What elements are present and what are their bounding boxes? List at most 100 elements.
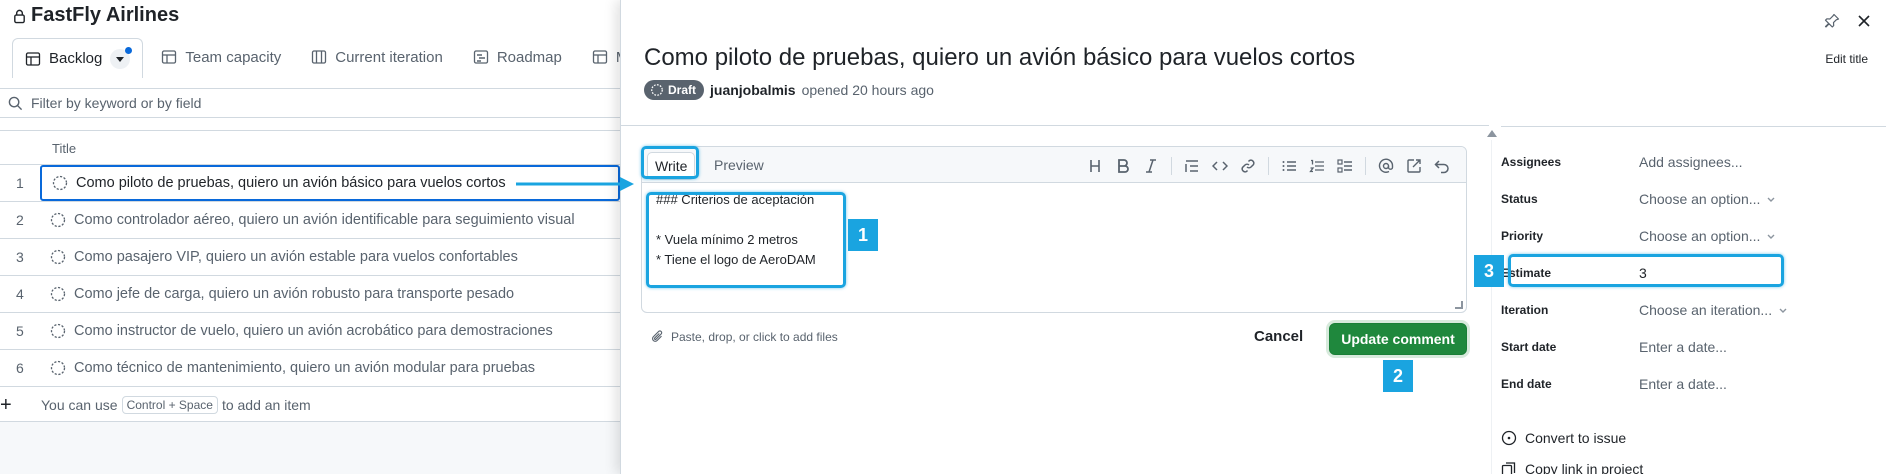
view-options-dropdown[interactable] xyxy=(110,46,133,69)
copy-icon xyxy=(1501,462,1516,474)
link-icon[interactable] xyxy=(1240,158,1256,174)
issue-title: Como piloto de pruebas, quiero un avión … xyxy=(644,44,1356,71)
tab-label: Backlog xyxy=(49,50,103,67)
field-label: Assignees xyxy=(1501,155,1562,169)
cancel-button[interactable]: Cancel xyxy=(1254,328,1303,345)
field-assignees[interactable]: Assignees Add assignees... xyxy=(1501,147,1801,177)
field-iteration[interactable]: Iteration Choose an iteration... xyxy=(1501,295,1801,325)
field-value[interactable]: Enter a date... xyxy=(1639,376,1727,392)
project-panel: FastFly Airlines Backlog Team capacity C… xyxy=(0,0,620,474)
search-icon xyxy=(8,96,23,110)
unordered-list-icon[interactable] xyxy=(1281,158,1297,174)
row-title-cell[interactable]: Como jefe de carga, quiero un avión robu… xyxy=(40,276,620,312)
highlight-comment-text xyxy=(646,192,846,288)
chevron-down-icon xyxy=(1767,197,1775,202)
table-row[interactable]: 5 Como instructor de vuelo, quiero un av… xyxy=(0,313,620,350)
table-row[interactable]: 4 Como jefe de carga, quiero un avión ro… xyxy=(0,276,620,313)
field-value[interactable]: Choose an option... xyxy=(1639,191,1760,207)
code-icon[interactable] xyxy=(1212,158,1228,174)
filter-bar[interactable]: Filter by keyword or by field xyxy=(0,88,620,118)
start-date-input[interactable]: Enter a date... xyxy=(1639,339,1727,355)
field-value[interactable]: Choose an iteration... xyxy=(1639,302,1772,318)
opened-time: opened 20 hours ago xyxy=(801,82,934,98)
scrollbar[interactable] xyxy=(1491,140,1492,474)
bold-icon[interactable] xyxy=(1115,158,1131,174)
status-select[interactable]: Choose an option... xyxy=(1639,191,1776,207)
tab-preview[interactable]: Preview xyxy=(707,152,771,178)
row-title[interactable]: Como técnico de mantenimiento, quiero un… xyxy=(74,360,535,376)
update-comment-button[interactable]: Update comment xyxy=(1329,323,1467,355)
task-list-icon[interactable] xyxy=(1337,158,1353,174)
field-value[interactable]: Choose an option... xyxy=(1639,228,1760,244)
tab-backlog[interactable]: Backlog xyxy=(12,38,144,78)
panel-controls xyxy=(1824,13,1872,29)
cross-reference-icon[interactable] xyxy=(1406,158,1422,174)
quote-icon[interactable] xyxy=(1184,158,1200,174)
tab-roadmap[interactable]: Roadmap xyxy=(461,38,574,76)
view-tabs: Backlog Team capacity Current iteration … xyxy=(12,38,620,78)
copy-link-label: Copy link in project xyxy=(1525,461,1644,474)
table-icon xyxy=(25,51,41,66)
row-title-cell[interactable]: Como instructor de vuelo, quiero un avió… xyxy=(40,313,620,349)
row-number: 6 xyxy=(16,360,24,376)
row-number: 5 xyxy=(16,323,24,339)
convert-to-issue-button[interactable]: Convert to issue xyxy=(1501,430,1626,446)
add-item-row[interactable]: + You can use Control + Space to add an … xyxy=(0,387,620,423)
italic-icon[interactable] xyxy=(1143,158,1159,174)
heading-icon[interactable] xyxy=(1087,158,1103,174)
row-title-cell[interactable]: Como controlador aéreo, quiero un avión … xyxy=(40,202,620,238)
unsaved-dot xyxy=(125,46,133,54)
field-label: Priority xyxy=(1501,229,1544,243)
field-priority[interactable]: Priority Choose an option... xyxy=(1501,221,1801,251)
tab-more[interactable]: M xyxy=(580,38,620,76)
iteration-select[interactable]: Choose an iteration... xyxy=(1639,302,1788,318)
convert-label: Convert to issue xyxy=(1525,430,1627,446)
tab-current-iteration[interactable]: Current iteration xyxy=(299,38,455,76)
draft-issue-icon xyxy=(50,286,66,302)
tab-label: Team capacity xyxy=(185,48,282,66)
author-link[interactable]: juanjobalmis xyxy=(710,82,796,98)
end-date-input[interactable]: Enter a date... xyxy=(1639,376,1727,392)
field-start-date[interactable]: Start date Enter a date... xyxy=(1501,332,1801,362)
row-title[interactable]: Como jefe de carga, quiero un avión robu… xyxy=(74,286,514,302)
resize-handle[interactable] xyxy=(1455,301,1463,309)
assignees-value[interactable]: Add assignees... xyxy=(1639,154,1743,170)
scroll-up-arrow-icon[interactable] xyxy=(1487,130,1497,137)
copy-link-button[interactable]: Copy link in project xyxy=(1501,461,1643,474)
edit-title-button[interactable]: Edit title xyxy=(1825,52,1868,66)
toolbar-divider xyxy=(1365,157,1366,175)
close-icon[interactable] xyxy=(1856,13,1872,29)
filter-input[interactable]: Filter by keyword or by field xyxy=(31,95,201,111)
highlight-estimate-field xyxy=(1508,254,1784,287)
field-value[interactable]: Enter a date... xyxy=(1639,339,1727,355)
plus-icon[interactable]: + xyxy=(0,394,12,417)
table-row[interactable]: 2 Como controlador aéreo, quiero un avió… xyxy=(0,202,620,239)
table-row[interactable]: 3 Como pasajero VIP, quiero un avión est… xyxy=(0,239,620,276)
row-title[interactable]: Como piloto de pruebas, quiero un avión … xyxy=(76,175,506,191)
field-end-date[interactable]: End date Enter a date... xyxy=(1501,369,1801,399)
field-status[interactable]: Status Choose an option... xyxy=(1501,184,1801,214)
table-icon xyxy=(162,50,177,64)
mention-icon[interactable] xyxy=(1378,158,1394,174)
undo-icon[interactable] xyxy=(1434,158,1450,174)
chevron-down-icon xyxy=(1779,308,1787,313)
attach-files[interactable]: Paste, drop, or click to add files xyxy=(651,330,838,344)
row-title[interactable]: Como pasajero VIP, quiero un avión estab… xyxy=(74,249,518,265)
row-title[interactable]: Como instructor de vuelo, quiero un avió… xyxy=(74,323,553,339)
row-title[interactable]: Como controlador aéreo, quiero un avión … xyxy=(74,212,575,228)
ordered-list-icon[interactable] xyxy=(1309,158,1325,174)
board-icon xyxy=(312,50,327,64)
project-title-text: FastFly Airlines xyxy=(31,4,180,26)
column-header-title[interactable]: Title xyxy=(52,141,76,156)
row-title-cell[interactable]: Como técnico de mantenimiento, quiero un… xyxy=(40,350,620,386)
draft-issue-icon xyxy=(50,249,66,265)
row-title-cell[interactable]: Como pasajero VIP, quiero un avión estab… xyxy=(40,239,620,275)
table-row[interactable]: 6 Como técnico de mantenimiento, quiero … xyxy=(0,350,620,387)
priority-select[interactable]: Choose an option... xyxy=(1639,228,1776,244)
pin-icon[interactable] xyxy=(1824,13,1840,29)
field-value[interactable]: Add assignees... xyxy=(1639,154,1743,170)
tab-team-capacity[interactable]: Team capacity xyxy=(149,38,293,76)
backlog-table: Title 1 Como piloto de pruebas, quiero u… xyxy=(0,118,620,422)
row-number: 4 xyxy=(16,286,24,302)
field-label: Iteration xyxy=(1501,303,1549,317)
